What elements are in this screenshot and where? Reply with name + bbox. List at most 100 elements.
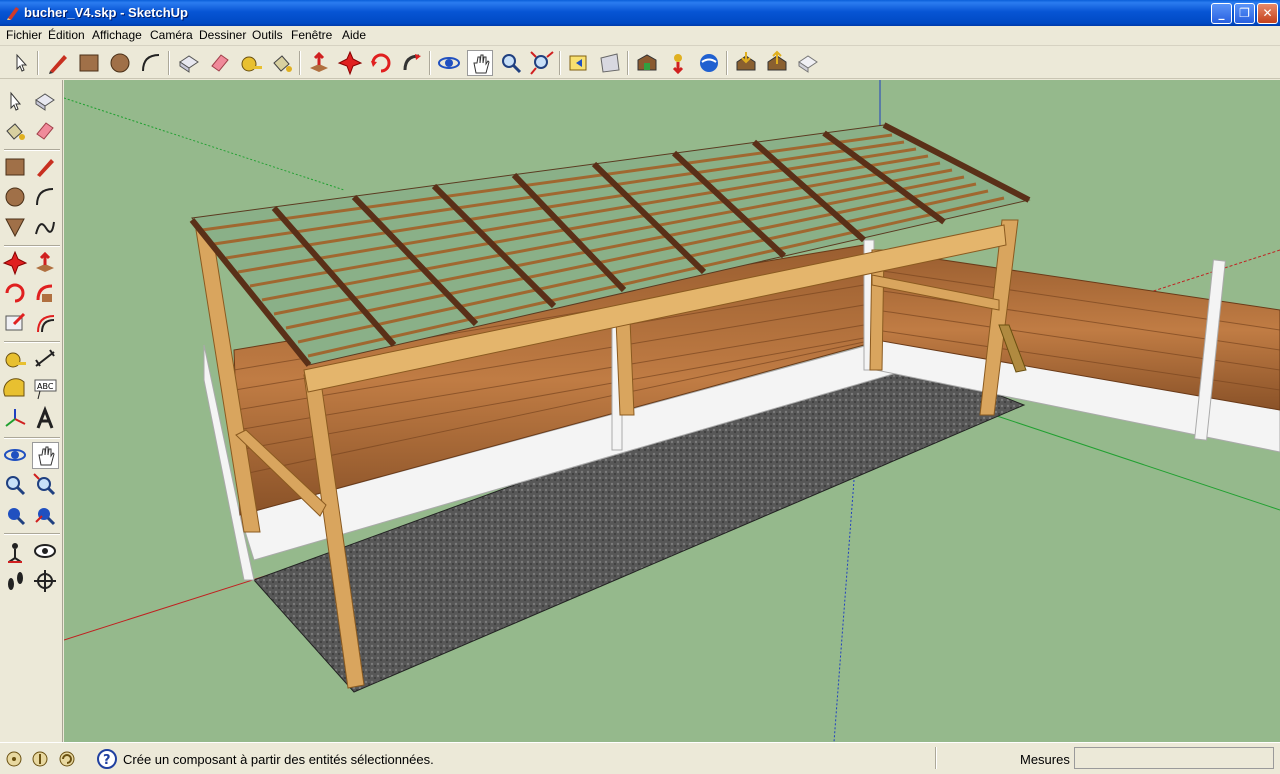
main-toolbar: [0, 47, 1280, 79]
circle-icon[interactable]: [2, 184, 29, 211]
left-toolbar-separator: [4, 149, 60, 151]
credits-icon[interactable]: [31, 750, 49, 768]
geolocation-icon[interactable]: [5, 750, 23, 768]
make-component-icon[interactable]: [176, 50, 202, 76]
eraser-icon[interactable]: [32, 118, 59, 145]
zoom-icon[interactable]: [498, 50, 524, 76]
make-component-icon[interactable]: [32, 88, 59, 115]
pencil-icon[interactable]: [45, 50, 71, 76]
sketchup-window: bucher_V4.skp - SketchUp _ ❐ ✕ Fichier É…: [0, 0, 1280, 774]
zoom-window-icon[interactable]: [32, 472, 59, 499]
status-message: Crée un composant à partir des entités s…: [123, 752, 434, 767]
axes-icon[interactable]: [2, 406, 29, 433]
left-toolbar: ABC: [0, 80, 63, 742]
3d-text-icon[interactable]: [32, 405, 59, 433]
left-toolbar-separator: [4, 533, 60, 535]
toolbar-separator: [299, 51, 301, 75]
menu-fenetre[interactable]: Fenêtre: [291, 28, 332, 42]
toolbar-separator: [726, 51, 728, 75]
rectangle-icon[interactable]: [2, 154, 29, 181]
sketchup-app-icon: [7, 7, 19, 20]
measurements-label: Mesures: [1020, 752, 1070, 767]
menu-aide[interactable]: Aide: [342, 28, 366, 42]
help-icon[interactable]: ?: [97, 749, 117, 769]
move-icon[interactable]: [337, 50, 363, 76]
push-pull-icon[interactable]: [306, 50, 332, 76]
push-pull-icon[interactable]: [32, 250, 59, 277]
get-models-icon[interactable]: [665, 50, 691, 76]
paint-bucket-icon[interactable]: [2, 118, 29, 145]
dimension-icon[interactable]: [32, 346, 59, 373]
menu-bar: Fichier Édition Affichage Caméra Dessine…: [0, 26, 1280, 46]
menu-affichage[interactable]: Affichage: [92, 28, 142, 42]
menu-outils[interactable]: Outils: [252, 28, 283, 42]
move-icon[interactable]: [2, 250, 29, 277]
left-toolbar-separator: [4, 341, 60, 343]
orbit-icon[interactable]: [2, 442, 29, 469]
status-bar: ? Crée un composant à partir des entités…: [0, 742, 1280, 774]
pan-icon[interactable]: [32, 442, 59, 469]
arc-icon[interactable]: [138, 50, 164, 76]
status-separator: [935, 747, 937, 769]
left-toolbar-separator: [4, 245, 60, 247]
toolbar-separator: [429, 51, 431, 75]
rotate-icon[interactable]: [368, 50, 394, 76]
rotate-icon[interactable]: [2, 280, 29, 307]
toolbar-separator: [627, 51, 629, 75]
pencil-icon[interactable]: [32, 154, 59, 181]
zoom-extents-icon[interactable]: [529, 50, 555, 76]
walk-icon[interactable]: [2, 568, 29, 595]
section-plane-icon[interactable]: [32, 568, 59, 595]
measurements-input[interactable]: [1074, 747, 1274, 769]
look-around-icon[interactable]: [32, 538, 59, 565]
scale-icon[interactable]: [2, 310, 29, 337]
svg-text:?: ?: [103, 753, 111, 768]
zoom-icon[interactable]: [2, 472, 29, 499]
eraser-icon[interactable]: [207, 50, 233, 76]
follow-me-icon[interactable]: [399, 50, 425, 76]
polygon-icon[interactable]: [2, 214, 29, 241]
pan-icon[interactable]: [467, 50, 493, 76]
next-view-icon[interactable]: [597, 50, 623, 76]
share-model-icon[interactable]: [733, 50, 759, 76]
3d-viewport[interactable]: [64, 80, 1280, 742]
title-bar: bucher_V4.skp - SketchUp _ ❐ ✕: [0, 0, 1280, 26]
text-tool-label: ABC: [37, 382, 54, 391]
toolbar-separator: [37, 51, 39, 75]
text-tool-icon[interactable]: ABC: [32, 376, 59, 403]
tape-measure-icon[interactable]: [238, 50, 264, 76]
menu-edition[interactable]: Édition: [48, 28, 85, 42]
minimize-button[interactable]: _: [1211, 3, 1232, 24]
follow-me-icon[interactable]: [32, 280, 59, 307]
select-tool-icon[interactable]: [2, 88, 29, 115]
window-title: bucher_V4.skp - SketchUp: [24, 5, 188, 20]
previous-view-icon[interactable]: [32, 502, 59, 529]
import-icon[interactable]: [764, 50, 790, 76]
offset-icon[interactable]: [32, 310, 59, 337]
select-tool-icon[interactable]: [8, 50, 34, 76]
tape-measure-icon[interactable]: [2, 346, 29, 373]
protractor-icon[interactable]: [2, 376, 29, 403]
freehand-icon[interactable]: [32, 214, 59, 241]
close-button[interactable]: ✕: [1257, 3, 1278, 24]
export-icon[interactable]: [795, 50, 821, 76]
3d-warehouse-icon[interactable]: [634, 50, 660, 76]
circle-icon[interactable]: [107, 50, 133, 76]
blue-axis-dashed: [833, 479, 855, 742]
menu-dessiner[interactable]: Dessiner: [199, 28, 246, 42]
restore-button[interactable]: ❐: [1234, 3, 1255, 24]
google-earth-icon[interactable]: [696, 50, 722, 76]
orbit-icon[interactable]: [436, 50, 462, 76]
paint-bucket-icon[interactable]: [269, 50, 295, 76]
left-toolbar-separator: [4, 437, 60, 439]
arc-icon[interactable]: [32, 184, 59, 211]
toolbar-separator: [168, 51, 170, 75]
menu-camera[interactable]: Caméra: [150, 28, 193, 42]
previous-view-icon[interactable]: [566, 50, 592, 76]
rectangle-icon[interactable]: [76, 50, 102, 76]
user-icon[interactable]: [58, 750, 76, 768]
zoom-extents-icon[interactable]: [2, 502, 29, 529]
green-axis-dashed: [64, 97, 345, 191]
menu-fichier[interactable]: Fichier: [6, 28, 42, 42]
position-camera-icon[interactable]: [2, 538, 29, 565]
